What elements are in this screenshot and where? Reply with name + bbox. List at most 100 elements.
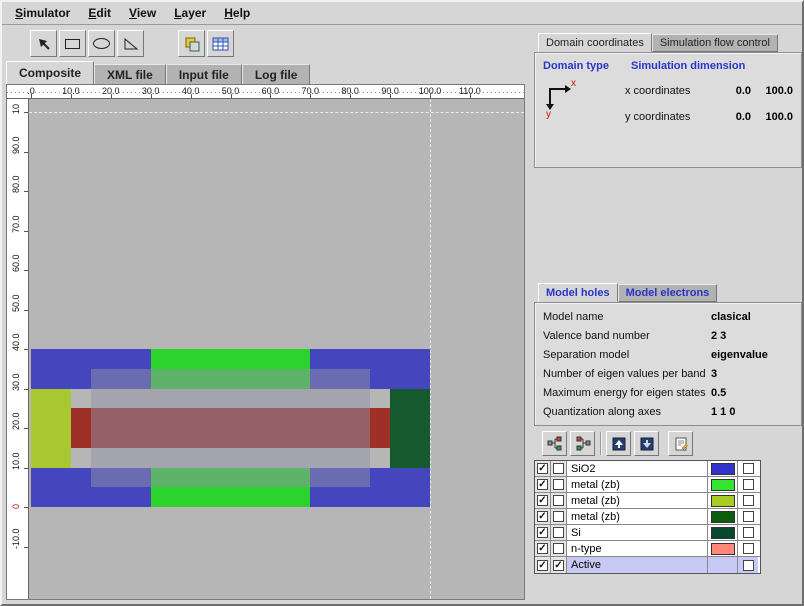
copy-layers-button[interactable] <box>178 30 205 57</box>
tab-simulation-flow-control[interactable]: Simulation flow control <box>652 34 778 52</box>
checkbox[interactable] <box>743 511 754 522</box>
menu-item-edit[interactable]: Edit <box>79 3 120 23</box>
select-tool[interactable] <box>30 30 57 57</box>
checkbox[interactable]: ✓ <box>537 511 548 522</box>
layer-row-metal-zb[interactable]: ✓metal (zb) <box>535 477 760 493</box>
layer-color-cell[interactable] <box>708 493 738 508</box>
ellipse-tool[interactable] <box>88 30 115 57</box>
layer-name-cell: n-type <box>567 541 708 556</box>
checkbox[interactable] <box>553 511 564 522</box>
checkbox[interactable] <box>743 479 754 490</box>
visible-cell: ✓ <box>535 525 551 540</box>
tab-model-holes[interactable]: Model holes <box>538 283 618 302</box>
color-swatch[interactable] <box>711 479 735 491</box>
ruler-x-tick <box>71 94 72 98</box>
metal-left-block[interactable] <box>31 389 71 468</box>
domain-boundary-x-guide <box>430 99 431 599</box>
layer-color-cell[interactable] <box>708 525 738 540</box>
drawing-area[interactable] <box>29 99 524 599</box>
color-swatch[interactable] <box>711 543 735 555</box>
checkbox[interactable]: ✓ <box>537 495 548 506</box>
tree-split-button[interactable] <box>542 431 567 456</box>
layer-name-cell: Si <box>567 525 708 540</box>
checkbox[interactable]: ✓ <box>537 560 548 571</box>
ruler-y-tick <box>24 310 28 311</box>
checkbox[interactable]: ✓ <box>537 463 548 474</box>
color-swatch[interactable] <box>711 463 735 475</box>
layer-row-si[interactable]: ✓ Si <box>535 525 760 541</box>
polygon-tool[interactable] <box>117 30 144 57</box>
rectangle-tool[interactable] <box>59 30 86 57</box>
checkbox[interactable] <box>743 560 754 571</box>
checkbox[interactable] <box>553 543 564 554</box>
layer-color-cell[interactable] <box>708 509 738 524</box>
checkbox[interactable]: ✓ <box>537 479 548 490</box>
ellipse-icon <box>93 38 110 49</box>
tree-merge-icon <box>575 436 591 452</box>
active-cell <box>551 461 567 476</box>
layer-color-cell[interactable] <box>708 477 738 492</box>
tree-merge-button[interactable] <box>570 431 595 456</box>
checkbox[interactable] <box>553 495 564 506</box>
color-swatch[interactable] <box>711 495 735 507</box>
active-cell <box>551 525 567 540</box>
ruler-y-tick <box>24 468 28 469</box>
checkbox[interactable] <box>553 527 564 538</box>
move-down-button[interactable] <box>634 431 659 456</box>
checkbox[interactable]: ✓ <box>553 560 564 571</box>
tab-log-file[interactable]: Log file <box>242 64 311 85</box>
menu-item-simulator[interactable]: Simulator <box>6 3 79 23</box>
rectangle-icon <box>65 39 80 49</box>
layer-row-active[interactable]: ✓✓Active <box>535 557 760 573</box>
domain-coordinates-panel: Domain type Simulation dimension x y x c… <box>534 52 802 168</box>
checkbox[interactable] <box>743 463 754 474</box>
checkbox[interactable] <box>743 527 754 538</box>
layer-row-metal-zb[interactable]: ✓metal (zb) <box>535 493 760 509</box>
layer-name-cell: Active <box>567 557 708 573</box>
checkbox[interactable] <box>743 543 754 554</box>
color-swatch[interactable] <box>711 511 735 523</box>
checkbox[interactable]: ✓ <box>537 527 548 538</box>
tab-xml-file[interactable]: XML file <box>94 64 166 85</box>
menu-item-view[interactable]: View <box>120 3 165 23</box>
active-region-overlay[interactable] <box>91 369 370 488</box>
layer-row-metal-zb[interactable]: ✓metal (zb) <box>535 509 760 525</box>
ruler-x-tick <box>470 94 471 98</box>
checkbox[interactable] <box>553 463 564 474</box>
layer-color-cell[interactable] <box>708 461 738 476</box>
flag-cell <box>738 493 758 508</box>
grid-view-button[interactable] <box>207 30 234 57</box>
properties-button[interactable] <box>668 431 693 456</box>
si-right-block[interactable] <box>390 389 430 468</box>
ruler-x-tick <box>191 94 192 98</box>
checkbox[interactable]: ✓ <box>537 543 548 554</box>
layer-row-n-type[interactable]: ✓ n-type <box>535 541 760 557</box>
horizontal-ruler: .010.020.030.040.050.060.070.080.090.010… <box>7 85 524 99</box>
menu-item-help[interactable]: Help <box>215 3 259 23</box>
layer-color-cell[interactable] <box>708 557 738 573</box>
tab-input-file[interactable]: Input file <box>166 64 242 85</box>
ruler-y-tick <box>24 112 28 113</box>
model-row-label: Model name <box>543 311 604 323</box>
tab-model-electrons[interactable]: Model electrons <box>618 284 718 302</box>
active-cell <box>551 541 567 556</box>
ruler-y-tick <box>24 231 28 232</box>
color-swatch[interactable] <box>711 527 735 539</box>
layer-table: ✓SiO2✓metal (zb)✓metal (zb)✓metal (zb)✓S… <box>534 460 761 574</box>
menu-item-layer[interactable]: Layer <box>165 3 215 23</box>
model-row-label: Quantization along axes <box>543 406 661 418</box>
model-row-value: eigenvalue <box>711 349 768 361</box>
move-up-button[interactable] <box>606 431 631 456</box>
visible-cell: ✓ <box>535 493 551 508</box>
ruler-y-label: 50.0 <box>11 294 21 312</box>
layer-color-cell[interactable] <box>708 541 738 556</box>
menu-bar: SimulatorEditViewLayerHelp <box>2 2 802 25</box>
simulation-dimension-label: Simulation dimension <box>631 60 745 72</box>
checkbox[interactable] <box>743 495 754 506</box>
tab-composite[interactable]: Composite <box>6 61 94 85</box>
ruler-y-label: 30.0 <box>11 373 21 391</box>
layer-row-sio2[interactable]: ✓SiO2 <box>535 461 760 477</box>
tab-domain-coordinates[interactable]: Domain coordinates <box>538 33 652 52</box>
checkbox[interactable] <box>553 479 564 490</box>
down-arrow-icon <box>639 436 655 452</box>
